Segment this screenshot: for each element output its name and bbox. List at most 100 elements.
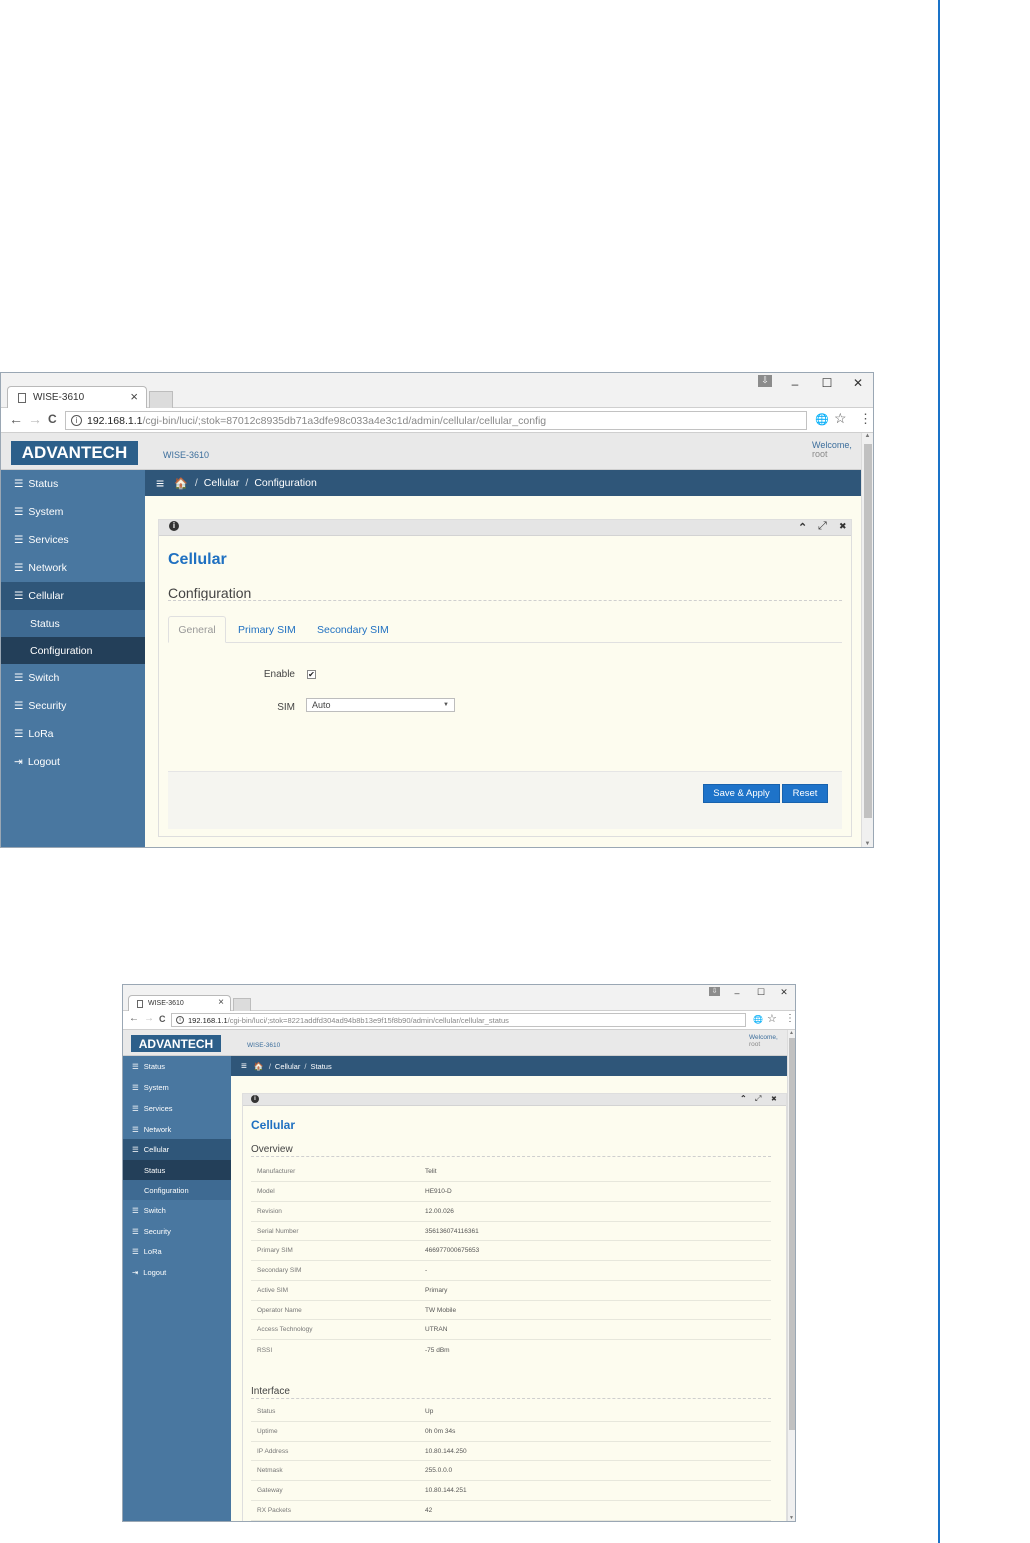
panel-close-icon[interactable]: ✖ [771, 1095, 777, 1103]
sidebar-item-lora[interactable]: ☰ LoRa [1, 720, 145, 748]
panel-header: i ⌃ ⤢ ✖ [243, 1094, 786, 1106]
profile-icon[interactable]: ⇩ [758, 375, 772, 387]
close-icon[interactable]: ✕ [850, 376, 866, 390]
sidebar-label: Status [144, 1165, 166, 1175]
tab-close-icon[interactable]: × [130, 389, 138, 404]
back-icon[interactable]: ← [129, 1013, 139, 1024]
reload-icon[interactable]: C [48, 412, 57, 426]
list-icon: ☰ [14, 672, 24, 684]
sidebar-item-cellular[interactable]: ☰ Cellular [1, 582, 145, 610]
reload-icon[interactable]: C [159, 1014, 166, 1024]
menu-icon[interactable]: ⋮ [785, 1013, 795, 1024]
list-icon: ☰ [14, 728, 24, 740]
site-info-icon[interactable]: i [176, 1016, 184, 1024]
sidebar-item-status[interactable]: ☰ Status [1, 470, 145, 498]
sidebar-item-services[interactable]: ☰ Services [123, 1098, 231, 1119]
translate-icon[interactable]: 🌐 [753, 1015, 763, 1024]
new-tab-button[interactable] [149, 391, 173, 408]
sidebar-item-switch[interactable]: ☰ Switch [1, 664, 145, 692]
row-key: Status [257, 1408, 276, 1415]
tab-primary-sim[interactable]: Primary SIM [238, 624, 296, 636]
row-value: UTRAN [425, 1326, 448, 1333]
vertical-scrollbar[interactable]: ▲ ▼ [787, 1030, 795, 1521]
breadcrumb-section[interactable]: Cellular [275, 1062, 300, 1071]
status-panel: i ⌃ ⤢ ✖ Cellular Overview Manufacturer Te… [242, 1093, 787, 1521]
menu-toggle-icon[interactable]: ≡ [241, 1061, 247, 1072]
sidebar-subitem-status[interactable]: Status [1, 610, 145, 637]
sidebar-item-security[interactable]: ☰ Security [123, 1221, 231, 1241]
list-icon: ☰ [14, 562, 24, 574]
panel-close-icon[interactable]: ✖ [839, 521, 847, 532]
row-value: 0h 0m 34s [425, 1428, 456, 1435]
section-divider [251, 1398, 771, 1399]
breadcrumb-section[interactable]: Cellular [204, 477, 240, 489]
sidebar-subitem-configuration[interactable]: Configuration [1, 637, 145, 664]
sidebar-item-logout[interactable]: ⇥ Logout [123, 1262, 231, 1282]
scroll-thumb[interactable] [789, 1038, 795, 1430]
translate-icon[interactable]: 🌐 [815, 413, 829, 426]
minimize-icon[interactable]: – [731, 988, 743, 998]
tab-title: WISE-3610 [33, 392, 85, 403]
list-icon: ☰ [132, 1104, 139, 1113]
forward-icon[interactable]: → [28, 411, 42, 427]
tab-general[interactable]: General [168, 616, 226, 643]
back-icon[interactable]: ← [9, 411, 23, 427]
star-icon[interactable]: ☆ [767, 1012, 777, 1025]
scroll-down-icon[interactable]: ▼ [788, 1515, 795, 1521]
sidebar-item-network[interactable]: ☰ Network [123, 1119, 231, 1139]
browser-tab[interactable]: WISE-3610 × [128, 995, 231, 1011]
sidebar-item-status[interactable]: ☰ Status [123, 1056, 231, 1077]
scroll-up-icon[interactable]: ▲ [788, 1030, 795, 1036]
sidebar-item-security[interactable]: ☰ Security [1, 692, 145, 720]
sidebar-label: System [28, 506, 64, 518]
home-icon[interactable]: 🏠 [254, 1062, 264, 1071]
home-icon[interactable]: 🏠 [174, 477, 188, 490]
sidebar-item-system[interactable]: ☰ System [123, 1077, 231, 1098]
sim-label: SIM [277, 702, 295, 713]
scroll-up-icon[interactable]: ▲ [862, 433, 873, 439]
row-key: Uptime [257, 1428, 278, 1435]
reset-button[interactable]: Reset [782, 784, 828, 803]
sidebar-item-cellular[interactable]: ☰ Cellular [123, 1139, 231, 1160]
profile-icon[interactable]: ⇩ [709, 987, 720, 996]
sidebar-item-switch[interactable]: ☰ Switch [123, 1200, 231, 1221]
breadcrumb: ≡ 🏠 / Cellular / Configuration [145, 470, 861, 496]
sidebar-item-system[interactable]: ☰ System [1, 498, 145, 526]
site-info-icon[interactable]: i [71, 415, 82, 426]
star-icon[interactable]: ☆ [834, 410, 847, 427]
sidebar-item-network[interactable]: ☰ Network [1, 554, 145, 582]
maximize-icon[interactable]: ☐ [755, 987, 767, 998]
expand-icon[interactable]: ⤢ [818, 520, 827, 533]
collapse-icon[interactable]: ⌃ [798, 521, 807, 534]
browser-tab[interactable]: WISE-3610 × [7, 386, 147, 408]
menu-toggle-icon[interactable]: ≡ [156, 475, 164, 491]
scroll-down-icon[interactable]: ▼ [862, 841, 873, 847]
address-bar[interactable]: i 192.168.1.1 /cgi-bin/luci/;stok=8221ad… [171, 1013, 746, 1027]
sidebar-subitem-status[interactable]: Status [123, 1160, 231, 1180]
collapse-icon[interactable]: ⌃ [740, 1094, 747, 1103]
sidebar-item-services[interactable]: ☰ Services [1, 526, 145, 554]
sidebar-item-lora[interactable]: ☰ LoRa [123, 1241, 231, 1262]
sim-select[interactable]: Auto ▼ [306, 698, 455, 712]
menu-icon[interactable]: ⋮ [859, 411, 872, 427]
sidebar-label: System [143, 1083, 169, 1092]
maximize-icon[interactable]: ☐ [819, 376, 835, 390]
expand-icon[interactable]: ⤢ [755, 1094, 761, 1104]
save-apply-button[interactable]: Save & Apply [703, 784, 780, 803]
minimize-icon[interactable]: – [787, 377, 803, 391]
welcome-text: Welcome, root [749, 1034, 778, 1049]
close-icon[interactable]: ✕ [778, 987, 790, 998]
tab-secondary-sim[interactable]: Secondary SIM [317, 624, 389, 636]
sidebar-label: Switch [143, 1206, 166, 1215]
scroll-thumb[interactable] [864, 444, 872, 818]
sidebar-subitem-configuration[interactable]: Configuration [123, 1180, 231, 1200]
sidebar-label: Logout [143, 1267, 167, 1277]
enable-checkbox[interactable]: ✔ [307, 670, 316, 679]
vertical-scrollbar[interactable]: ▲ ▼ [861, 433, 873, 847]
forward-icon[interactable]: → [144, 1013, 154, 1024]
new-tab-button[interactable] [233, 998, 251, 1011]
row-value: 12.00.026 [425, 1208, 454, 1215]
sidebar-item-logout[interactable]: ⇥ Logout [1, 748, 145, 776]
tab-close-icon[interactable]: × [218, 997, 224, 1008]
address-bar[interactable]: i 192.168.1.1 /cgi-bin/luci/;stok=87012c… [65, 411, 807, 430]
